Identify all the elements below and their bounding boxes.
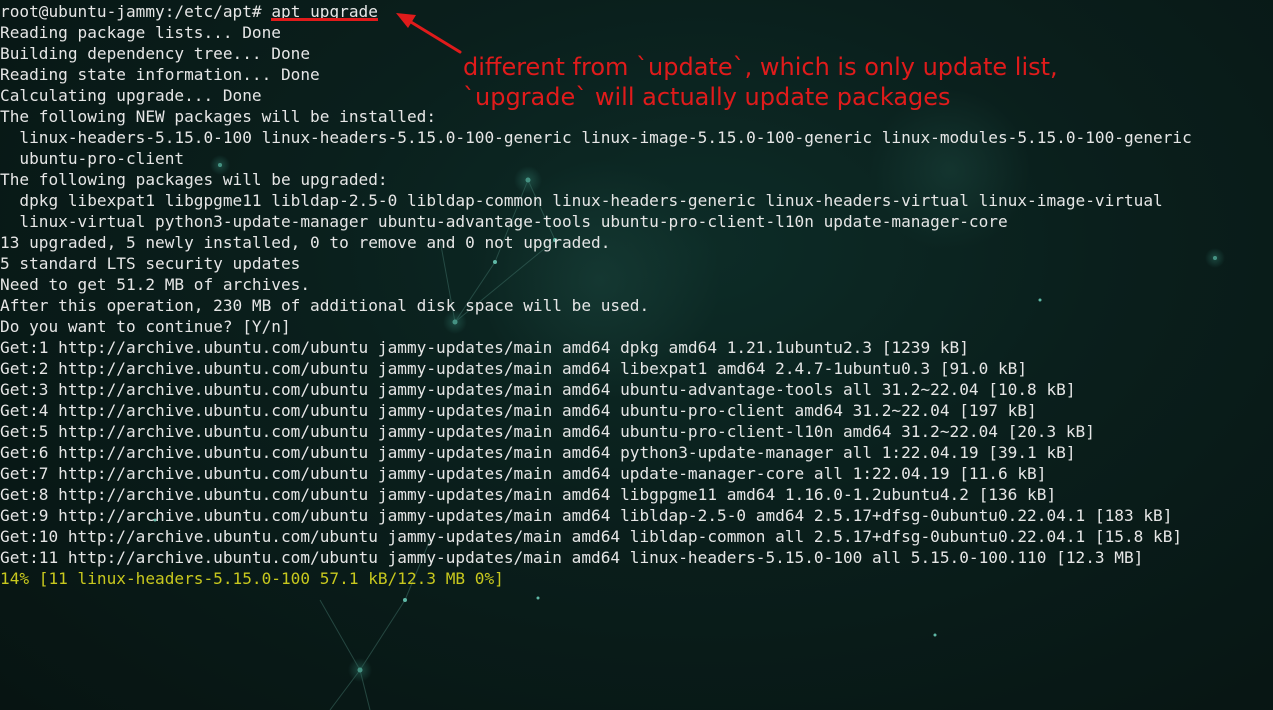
download-line: Get:7 http://archive.ubuntu.com/ubuntu j… [0, 464, 1047, 483]
download-line: Get:2 http://archive.ubuntu.com/ubuntu j… [0, 359, 1028, 378]
annotation-note: different from `update`, which is only u… [463, 52, 1058, 112]
download-line: Get:11 http://archive.ubuntu.com/ubuntu … [0, 548, 1144, 567]
output-line: After this operation, 230 MB of addition… [0, 296, 650, 315]
command-underline [271, 18, 378, 21]
continue-prompt: Do you want to continue? [Y/n] [0, 317, 291, 336]
output-line: ubuntu-pro-client [0, 149, 185, 168]
shell-prompt: root@ubuntu-jammy:/etc/apt# [0, 2, 272, 21]
command-line: root@ubuntu-jammy:/etc/apt# apt upgrade [0, 1, 1273, 22]
download-line: Get:8 http://archive.ubuntu.com/ubuntu j… [0, 485, 1057, 504]
annotation-line-1: different from `update`, which is only u… [463, 53, 1058, 81]
download-line: Get:1 http://archive.ubuntu.com/ubuntu j… [0, 338, 969, 357]
output-line: The following packages will be upgraded: [0, 170, 388, 189]
download-line: Get:4 http://archive.ubuntu.com/ubuntu j… [0, 401, 1037, 420]
download-line: Get:9 http://archive.ubuntu.com/ubuntu j… [0, 506, 1173, 525]
download-progress: 14% [11 linux-headers-5.15.0-100 57.1 kB… [0, 569, 504, 588]
output-line: Need to get 51.2 MB of archives. [0, 275, 311, 294]
download-line: Get:3 http://archive.ubuntu.com/ubuntu j… [0, 380, 1076, 399]
annotation-arrow-icon [396, 13, 462, 54]
download-line: Get:6 http://archive.ubuntu.com/ubuntu j… [0, 443, 1076, 462]
output-line: 5 standard LTS security updates [0, 254, 301, 273]
output-line: Reading package lists... Done [0, 23, 281, 42]
output-line: linux-virtual python3-update-manager ubu… [0, 212, 1008, 231]
annotation-line-2: `upgrade` will actually update packages [463, 83, 951, 111]
output-line: linux-headers-5.15.0-100 linux-headers-5… [0, 128, 1192, 147]
download-line: Get:10 http://archive.ubuntu.com/ubuntu … [0, 527, 1183, 546]
output-line: dpkg libexpat1 libgpgme11 libldap-2.5-0 … [0, 191, 1163, 210]
command-highlight: apt upgrade [271, 1, 378, 22]
download-line: Get:5 http://archive.ubuntu.com/ubuntu j… [0, 422, 1095, 441]
output-line: 13 upgraded, 5 newly installed, 0 to rem… [0, 233, 611, 252]
